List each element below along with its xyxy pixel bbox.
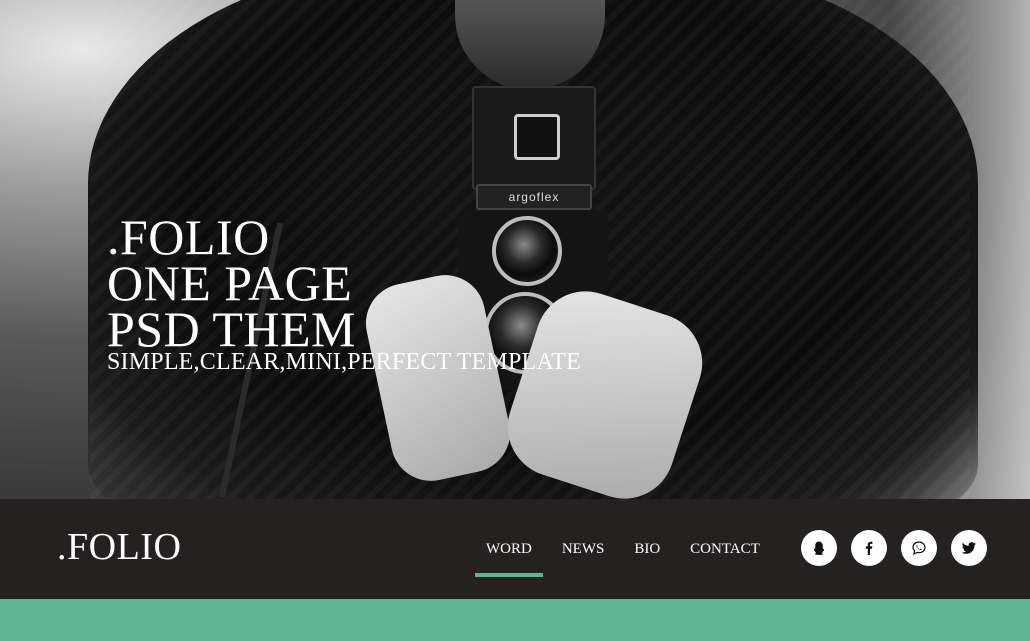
hero-title-line-3: PSD THEM: [107, 301, 356, 357]
hero-title-line-2: ONE PAGE: [107, 255, 353, 311]
chat-icon: [912, 541, 926, 556]
camera-badge-logo: [514, 114, 560, 160]
facebook-icon: [865, 541, 873, 555]
camera-brand-plate: argoflex: [476, 184, 592, 210]
qq-button[interactable]: [801, 530, 837, 566]
main-navbar: .FOLIO WORD NEWS BIO CONTACT: [0, 499, 1030, 599]
hero-title-line-1: .FOLIO: [107, 209, 270, 265]
facebook-button[interactable]: [851, 530, 887, 566]
qq-icon: [814, 541, 824, 555]
hero-section: argoflex .FOLIO ONE PAGE PSD THEM SIMPLE…: [0, 0, 1030, 499]
nav-item-contact[interactable]: CONTACT: [679, 529, 771, 573]
hero-subtitle: SIMPLE,CLEAR,MINI,PERFECT TEMPLATE: [107, 349, 581, 375]
nav-item-bio[interactable]: BIO: [623, 529, 671, 573]
nav-item-word[interactable]: WORD: [475, 529, 543, 577]
camera-viewfinder: [472, 86, 596, 190]
chat-button[interactable]: [901, 530, 937, 566]
twitter-icon: [961, 542, 976, 554]
twitter-button[interactable]: [951, 530, 987, 566]
nav-menu: WORD NEWS BIO CONTACT: [475, 529, 771, 577]
nav-item-news[interactable]: NEWS: [551, 529, 616, 573]
brand-logo[interactable]: .FOLIO: [57, 525, 181, 569]
hero-headline: .FOLIO ONE PAGE PSD THEM SIMPLE,CLEAR,MI…: [107, 209, 581, 375]
accent-band: [0, 599, 1030, 641]
social-links: [801, 530, 1001, 566]
